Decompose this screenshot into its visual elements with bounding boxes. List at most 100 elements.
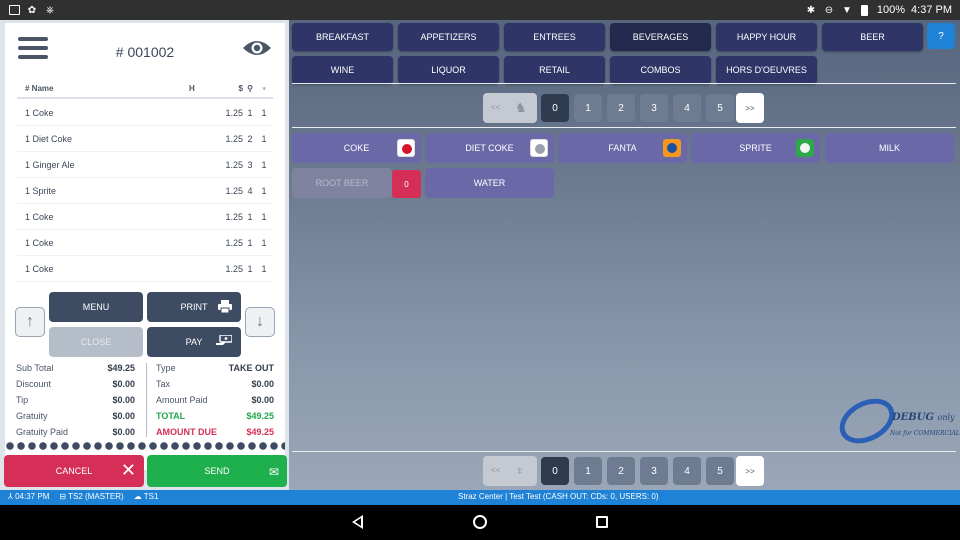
total-label: Gratuity Paid — [16, 427, 69, 437]
category-button-beverages[interactable]: BEVERAGES — [610, 23, 711, 51]
order-row[interactable]: 1 Sprite 1.25 4 1 — [17, 178, 273, 204]
coke-logo-icon — [397, 139, 415, 157]
category-button-combos[interactable]: COMBOS — [610, 56, 711, 84]
pager-page-0[interactable]: 0 — [541, 457, 569, 485]
category-button-happy-hour[interactable]: HAPPY HOUR — [716, 23, 817, 51]
total-label: TOTAL — [156, 411, 186, 421]
menu-item-milk[interactable]: MILK — [825, 133, 954, 163]
pay-button-label: PAY — [185, 337, 203, 347]
column-hold: H — [189, 84, 195, 93]
sprite-logo-icon — [796, 139, 814, 157]
category-button-retail[interactable]: RETAIL — [504, 56, 605, 84]
order-item-seat: 4 — [247, 186, 253, 196]
menu-item-root-beer[interactable]: ROOT BEER — [292, 168, 392, 198]
pager-page-1[interactable]: 1 — [574, 94, 602, 122]
items-separator-bottom — [292, 451, 956, 452]
order-row[interactable]: 1 Diet Coke 1.25 2 1 — [17, 126, 273, 152]
order-item-name: 1 Coke — [25, 212, 54, 222]
pager-page-0[interactable]: 0 — [541, 94, 569, 122]
category-button-wine[interactable]: WINE — [292, 56, 393, 84]
send-button[interactable]: SEND ✉ — [147, 455, 287, 487]
total-value: $0.00 — [251, 379, 274, 389]
pay-button[interactable]: PAY — [147, 327, 241, 357]
total-row: Tip $0.00 — [16, 395, 135, 409]
menu-button[interactable]: MENU — [49, 292, 143, 322]
menu-item-water[interactable]: WATER — [425, 168, 554, 198]
debug-subtitle: Not for COMMERCIAL — [890, 430, 960, 437]
menu-item-sprite[interactable]: SPRITE — [691, 133, 820, 163]
scroll-down-button[interactable]: ↓ — [245, 307, 275, 337]
pager-page-3[interactable]: 3 — [640, 94, 668, 122]
recent-apps-icon[interactable] — [596, 516, 608, 528]
menu-item-label: ROOT BEER — [315, 178, 369, 188]
order-item-course: 1 — [261, 134, 267, 144]
printer-icon — [218, 300, 232, 313]
total-row: Tax $0.00 — [156, 379, 274, 393]
order-item-course: 1 — [261, 238, 267, 248]
cancel-button[interactable]: CANCEL ✕ — [4, 455, 144, 487]
pager-prev-button[interactable]: << ♆ — [483, 456, 537, 486]
order-item-seat: 1 — [247, 212, 253, 222]
order-row[interactable]: 1 Coke 1.25 1 1 — [17, 256, 273, 282]
order-item-list[interactable]: 1 Coke 1.25 1 1 1 Diet Coke 1.25 2 1 1 Ginger Al… — [17, 100, 273, 282]
course-column-icon: ♆ — [261, 84, 267, 93]
menu-item-diet-coke[interactable]: DIET COKE — [425, 133, 554, 163]
total-value: $49.25 — [246, 427, 274, 437]
total-value: $0.00 — [251, 395, 274, 405]
order-item-course: 1 — [261, 264, 267, 274]
help-button[interactable]: ? — [927, 23, 955, 49]
pager-page-2[interactable]: 2 — [607, 457, 635, 485]
order-item-seat: 3 — [247, 160, 253, 170]
running-person-icon: ♞ — [515, 100, 527, 115]
category-button-entrees[interactable]: ENTREES — [504, 23, 605, 51]
back-icon[interactable] — [352, 515, 363, 529]
order-panel: # 001002 # Name H $ ⚲ ♆ 1 Coke 1.25 1 1 1 Di… — [0, 20, 289, 490]
venue-user-status: Straz Center | Test Test (CASH OUT: CDs:… — [458, 492, 659, 501]
arrow-down-icon: ↓ — [256, 313, 264, 330]
order-item-seat: 1 — [247, 264, 253, 274]
eye-icon[interactable] — [242, 38, 272, 58]
pager-next-button[interactable]: >> — [736, 93, 764, 123]
fanta-logo-icon — [663, 139, 681, 157]
menu-item-label: DIET COKE — [465, 143, 514, 153]
close-button[interactable]: CLOSE — [49, 327, 143, 357]
pager-prev-button[interactable]: << ♞ — [483, 93, 537, 123]
category-button-liquor[interactable]: LIQUOR — [398, 56, 499, 84]
scroll-up-button[interactable]: ↑ — [15, 307, 45, 337]
diet-coke-logo-icon — [530, 139, 548, 157]
terminal-info-bar: ⅄ 04:37 PM ⊟ TS2 (MASTER) ☁ TS1 Straz Ce… — [0, 490, 960, 505]
totals-divider — [146, 363, 147, 437]
pager-next-button[interactable]: >> — [736, 456, 764, 486]
column-price: $ — [238, 84, 243, 93]
menu-item-coke[interactable]: COKE — [292, 133, 421, 163]
close-x-icon: ✕ — [120, 460, 136, 480]
order-item-price: 1.25 — [225, 134, 243, 144]
order-row[interactable]: 1 Coke 1.25 1 1 — [17, 204, 273, 230]
pager-page-4[interactable]: 4 — [673, 94, 701, 122]
pager-page-5[interactable]: 5 — [706, 94, 734, 122]
pager-page-3[interactable]: 3 — [640, 457, 668, 485]
category-button-hors-d-oeuvres[interactable]: HORS D'OEUVRES — [716, 56, 817, 84]
category-button-beer[interactable]: BEER — [822, 23, 923, 51]
category-button-breakfast[interactable]: BREAKFAST — [292, 23, 393, 51]
category-separator — [292, 83, 956, 84]
cancel-button-label: CANCEL — [55, 466, 93, 476]
order-row[interactable]: 1 Ginger Ale 1.25 3 1 — [17, 152, 273, 178]
pay-cash-icon — [216, 335, 232, 345]
pager-page-1[interactable]: 1 — [574, 457, 602, 485]
total-label: Tip — [16, 395, 29, 405]
order-item-price: 1.25 — [225, 264, 243, 274]
menu-item-fanta[interactable]: FANTA — [558, 133, 687, 163]
order-row[interactable]: 1 Coke 1.25 1 1 — [17, 230, 273, 256]
pager-page-4[interactable]: 4 — [673, 457, 701, 485]
debug-watermark: DEBUG only Not for COMMERCIAL — [832, 389, 960, 453]
total-value: $0.00 — [112, 379, 135, 389]
home-icon[interactable] — [473, 515, 487, 529]
order-row[interactable]: 1 Coke 1.25 1 1 — [17, 100, 273, 126]
print-button-label: PRINT — [180, 302, 208, 312]
category-button-appetizers[interactable]: APPETIZERS — [398, 23, 499, 51]
pager-page-5[interactable]: 5 — [706, 457, 734, 485]
pager-page-2[interactable]: 2 — [607, 94, 635, 122]
send-button-label: SEND — [204, 466, 230, 476]
print-button[interactable]: PRINT — [147, 292, 241, 322]
